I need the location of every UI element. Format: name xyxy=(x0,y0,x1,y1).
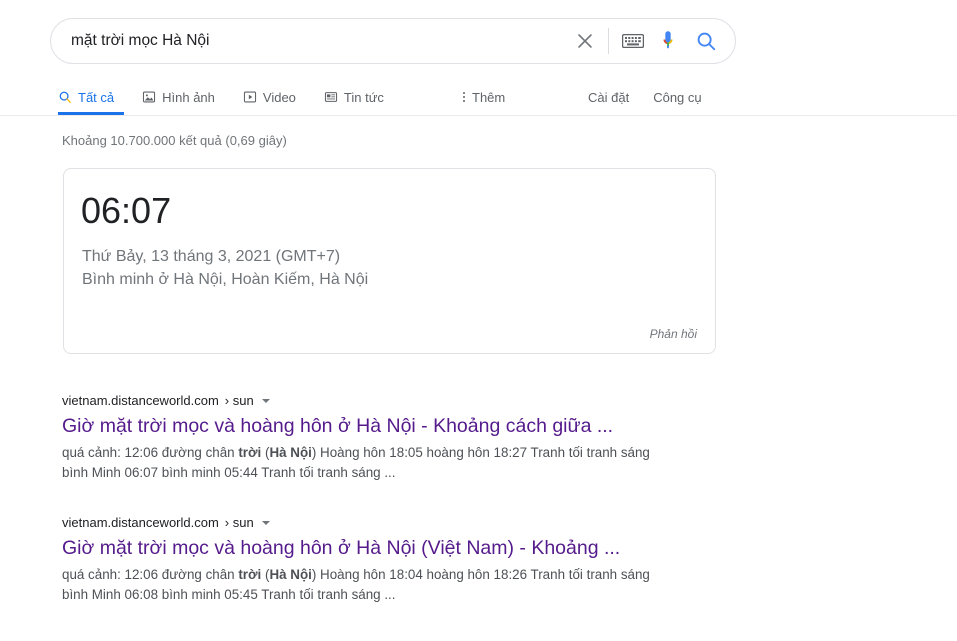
result-domain: vietnam.distanceworld.com xyxy=(62,393,219,408)
result-title-link[interactable]: Giờ mặt trời mọc và hoàng hôn ở Hà Nội (… xyxy=(62,535,662,561)
search-tabs: Tất cả Hình ảnh Video Tin tức Thêm Cài đ… xyxy=(0,82,957,116)
result-breadcrumb: › sun xyxy=(224,393,254,408)
search-submit-icon[interactable] xyxy=(687,22,725,60)
answer-date-line: Thứ Bảy, 13 tháng 3, 2021 (GMT+7) xyxy=(82,248,341,265)
answer-card-details: Thứ Bảy, 13 tháng 3, 2021 (GMT+7) Bình m… xyxy=(82,245,368,291)
image-icon xyxy=(142,90,156,104)
clear-search-icon[interactable] xyxy=(568,24,602,58)
news-icon xyxy=(324,90,338,104)
chevron-down-icon[interactable] xyxy=(261,399,270,403)
more-vert-icon xyxy=(463,92,465,102)
result-item: vietnam.distanceworld.com › sun Giờ mặt … xyxy=(62,514,662,605)
sunrise-answer-card: 06:07 Thứ Bảy, 13 tháng 3, 2021 (GMT+7) … xyxy=(63,168,716,354)
sunrise-time: 06:07 xyxy=(81,190,172,231)
tab-all[interactable]: Tất cả xyxy=(58,82,130,112)
result-domain: vietnam.distanceworld.com xyxy=(62,515,219,530)
answer-location-line: Bình minh ở Hà Nội, Hoàn Kiếm, Hà Nội xyxy=(82,271,369,288)
result-url[interactable]: vietnam.distanceworld.com › sun xyxy=(62,392,662,410)
chevron-down-icon[interactable] xyxy=(261,521,270,525)
result-url[interactable]: vietnam.distanceworld.com › sun xyxy=(62,514,662,532)
microphone-icon[interactable] xyxy=(651,24,685,58)
tabs-right-group: Cài đặt Công cụ xyxy=(588,82,702,112)
organic-results: vietnam.distanceworld.com › sun Giờ mặt … xyxy=(62,392,662,636)
tab-all-label: Tất cả xyxy=(78,89,115,105)
search-results-page: Tất cả Hình ảnh xyxy=(0,0,957,641)
tab-videos-label: Video xyxy=(262,89,296,105)
settings-button[interactable]: Cài đặt xyxy=(588,90,629,105)
tab-news[interactable]: Tin tức xyxy=(324,82,400,112)
tab-more-label: Thêm xyxy=(472,89,506,105)
result-breadcrumb: › sun xyxy=(224,515,254,530)
result-snippet: quá cảnh: 12:06 đường chân trời (Hà Nội)… xyxy=(62,445,650,480)
tab-videos[interactable]: Video xyxy=(243,82,312,112)
search-input[interactable] xyxy=(51,19,568,63)
search-bar[interactable] xyxy=(50,18,736,64)
tab-images-label: Hình ảnh xyxy=(162,89,215,105)
result-item: vietnam.distanceworld.com › sun Giờ mặt … xyxy=(62,392,662,483)
search-icon xyxy=(58,90,72,104)
header-divider xyxy=(0,115,957,116)
tab-more[interactable]: Thêm xyxy=(463,82,505,112)
tools-button[interactable]: Công cụ xyxy=(653,90,701,105)
search-divider xyxy=(608,28,609,54)
tab-news-label: Tin tức xyxy=(343,89,384,105)
tab-images[interactable]: Hình ảnh xyxy=(142,82,231,112)
result-snippet: quá cảnh: 12:06 đường chân trời (Hà Nội)… xyxy=(62,567,650,602)
tabs-left-group: Tất cả Hình ảnh Video Tin tức xyxy=(58,82,412,112)
video-icon xyxy=(243,90,257,104)
result-title-link[interactable]: Giờ mặt trời mọc và hoàng hôn ở Hà Nội -… xyxy=(62,413,662,439)
result-stats: Khoảng 10.700.000 kết quả (0,69 giây) xyxy=(62,133,287,148)
keyboard-icon[interactable] xyxy=(617,25,649,57)
feedback-link[interactable]: Phản hồi xyxy=(650,327,697,341)
